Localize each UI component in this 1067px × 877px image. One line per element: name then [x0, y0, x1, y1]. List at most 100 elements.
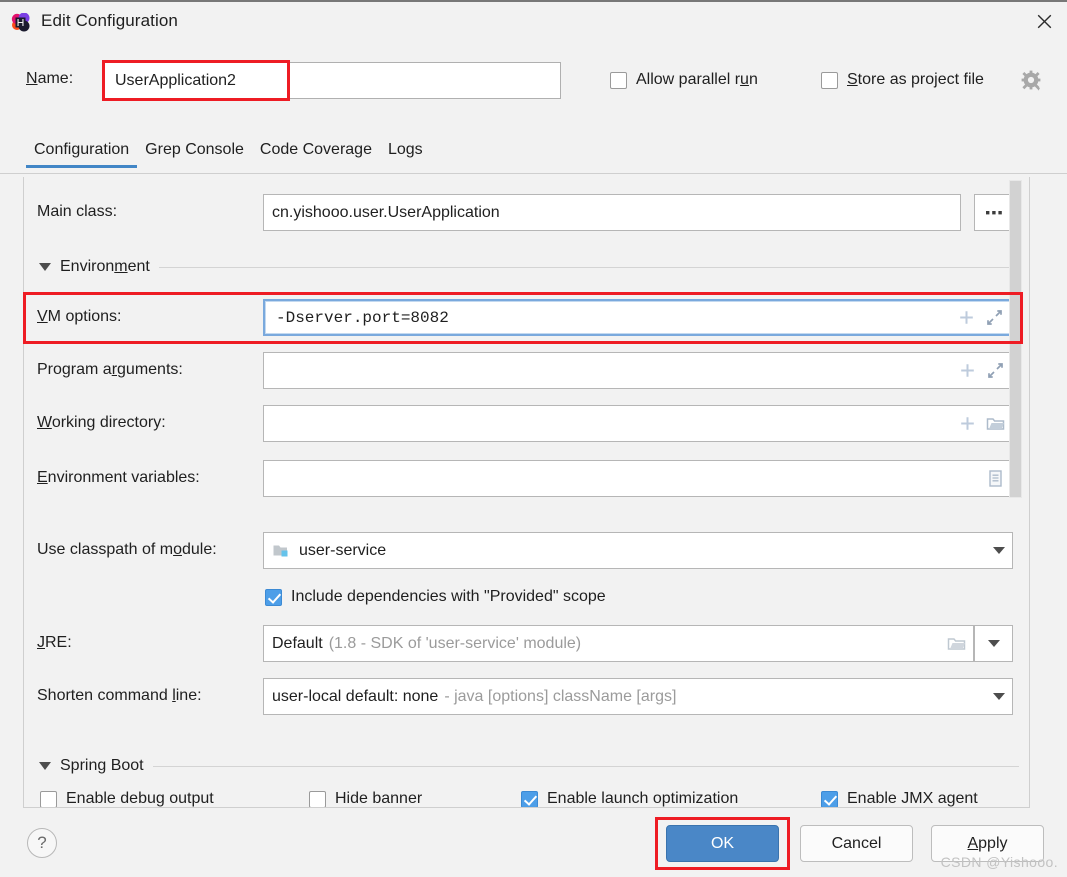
ellipsis-icon	[985, 210, 1002, 214]
environment-section-title: Environment	[60, 258, 150, 275]
hide-banner-label: Hide banner	[335, 790, 423, 807]
vm-options-label: VM options:	[37, 308, 122, 325]
main-class-label: Main class:	[37, 203, 118, 220]
list-icon[interactable]	[986, 469, 1005, 488]
expand-icon[interactable]	[985, 308, 1004, 327]
tab-logs[interactable]: Logs	[380, 141, 431, 168]
jre-value: Default	[272, 634, 323, 652]
chevron-down-icon[interactable]	[993, 693, 1005, 700]
checkbox-box[interactable]	[610, 71, 627, 89]
title-bar: Edit Configuration	[0, 2, 1067, 40]
name-label: Name:	[26, 70, 73, 88]
chevron-down-icon[interactable]	[39, 762, 51, 770]
checkbox-box[interactable]	[265, 588, 282, 606]
configuration-panel: Main class: cn.yishooo.user.UserApplicat…	[23, 177, 1030, 808]
include-provided-label: Include dependencies with "Provided" sco…	[291, 588, 606, 605]
shorten-command-line-dropdown[interactable]: user-local default: none - java [options…	[263, 678, 1013, 715]
plus-icon[interactable]	[957, 308, 976, 327]
store-as-project-file-checkbox[interactable]: Store as project file	[821, 71, 984, 89]
program-arguments-icons	[958, 353, 1005, 388]
folder-icon[interactable]	[947, 634, 966, 653]
enable-debug-output-checkbox[interactable]: Enable debug output	[40, 790, 214, 807]
environment-variables-field[interactable]	[263, 460, 1013, 497]
main-class-value: cn.yishooo.user.UserApplication	[272, 203, 500, 221]
chevron-down-icon[interactable]	[993, 547, 1005, 554]
jre-value-detail: (1.8 - SDK of 'user-service' module)	[328, 634, 582, 652]
working-directory-icons	[958, 406, 1005, 441]
vm-options-icons	[957, 301, 1004, 334]
classpath-module-value: user-service	[299, 541, 387, 559]
shorten-command-line-label: Shorten command line:	[37, 687, 202, 704]
window-title: Edit Configuration	[41, 11, 178, 30]
intellij-idea-icon	[11, 12, 30, 32]
classpath-module-label: Use classpath of module:	[37, 541, 217, 558]
environment-section-header[interactable]: Environment	[39, 258, 1019, 276]
classpath-module-arrow[interactable]	[993, 533, 1005, 568]
name-label-rest: ame:	[37, 70, 74, 87]
spring-boot-section-header[interactable]: Spring Boot	[39, 757, 1019, 775]
spring-boot-section-title: Spring Boot	[60, 757, 144, 774]
apply-button-label: Apply	[967, 834, 1008, 852]
tab-bar: Configuration Grep Console Code Coverage…	[26, 141, 431, 168]
close-icon[interactable]	[1021, 2, 1067, 40]
enable-launch-optimization-label: Enable launch optimization	[547, 790, 739, 807]
checkbox-box[interactable]	[821, 71, 838, 89]
help-button[interactable]: ?	[27, 828, 57, 858]
program-arguments-field[interactable]	[263, 352, 1013, 389]
main-class-field[interactable]: cn.yishooo.user.UserApplication	[263, 194, 961, 231]
jre-icons	[947, 626, 966, 661]
enable-launch-optimization-checkbox[interactable]: Enable launch optimization	[521, 790, 739, 807]
vm-options-field[interactable]: -Dserver.port=8082	[263, 299, 1013, 336]
section-rule	[158, 266, 1019, 268]
environment-variables-icons	[986, 461, 1005, 496]
tab-grep-console[interactable]: Grep Console	[137, 141, 252, 168]
module-folder-icon	[272, 541, 291, 560]
chevron-down-icon[interactable]	[39, 263, 51, 271]
program-arguments-label: Program arguments:	[37, 361, 183, 378]
expand-icon[interactable]	[986, 361, 1005, 380]
checkbox-box[interactable]	[521, 790, 538, 807]
enable-debug-output-label: Enable debug output	[66, 790, 214, 807]
tab-code-coverage[interactable]: Code Coverage	[252, 141, 380, 168]
gear-icon[interactable]	[1021, 70, 1043, 92]
name-label-mnemonic: N	[26, 70, 38, 87]
hide-banner-checkbox[interactable]: Hide banner	[309, 790, 423, 807]
checkbox-box[interactable]	[40, 790, 57, 807]
checkbox-box[interactable]	[821, 790, 838, 807]
jre-field[interactable]: Default (1.8 - SDK of 'user-service' mod…	[263, 625, 974, 662]
working-directory-label: Working directory:	[37, 414, 166, 431]
edit-configuration-dialog: Edit Configuration Name: Allow parallel …	[0, 0, 1067, 877]
panel-scrollbar-track[interactable]	[1009, 178, 1026, 807]
vm-options-value: -Dserver.port=8082	[276, 308, 449, 327]
jre-dropdown-button[interactable]	[974, 625, 1013, 662]
tab-configuration[interactable]: Configuration	[26, 141, 138, 168]
allow-parallel-run-label: Allow parallel run	[636, 71, 758, 88]
cancel-button[interactable]: Cancel	[800, 825, 913, 862]
include-provided-checkbox[interactable]: Include dependencies with "Provided" sco…	[265, 588, 606, 606]
cancel-button-label: Cancel	[831, 834, 882, 852]
chevron-down-icon[interactable]	[987, 640, 1000, 647]
help-icon: ?	[37, 833, 47, 852]
environment-variables-label: Environment variables:	[37, 469, 200, 486]
checkbox-box[interactable]	[309, 790, 326, 807]
allow-parallel-run-checkbox[interactable]: Allow parallel run	[610, 71, 758, 89]
shorten-command-line-detail: - java [options] className [args]	[444, 687, 677, 705]
shorten-command-line-arrow[interactable]	[993, 679, 1005, 714]
watermark: CSDN @Yishooo.	[940, 854, 1058, 870]
plus-icon[interactable]	[958, 361, 977, 380]
section-rule	[152, 765, 1019, 767]
classpath-module-dropdown[interactable]: user-service	[263, 532, 1013, 569]
folder-icon[interactable]	[986, 414, 1005, 433]
panel-scrollbar-thumb[interactable]	[1009, 180, 1022, 498]
main-class-browse-button[interactable]	[974, 194, 1013, 231]
working-directory-field[interactable]	[263, 405, 1013, 442]
plus-icon[interactable]	[958, 414, 977, 433]
shorten-command-line-value: user-local default: none	[272, 687, 439, 705]
ok-button-label: OK	[710, 834, 735, 852]
ok-button[interactable]: OK	[666, 825, 779, 862]
enable-jmx-agent-checkbox[interactable]: Enable JMX agent	[821, 790, 978, 807]
tab-underline	[0, 173, 1067, 174]
enable-jmx-agent-label: Enable JMX agent	[847, 790, 978, 807]
name-input[interactable]	[104, 62, 561, 99]
jre-label: JRE:	[37, 634, 72, 651]
